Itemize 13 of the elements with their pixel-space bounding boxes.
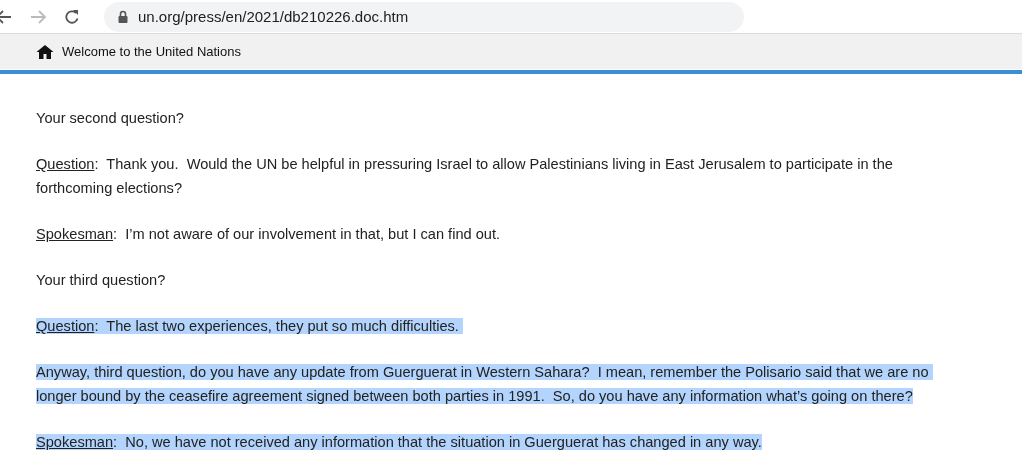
paragraph: Spokesman: No, we have not received any information that the situation in Guerguerat has changed in any way. [36,433,763,452]
lock-icon [118,10,128,23]
paragraph: Your third question? [36,271,167,290]
bookmark-link[interactable]: Welcome to the United Nations [36,44,241,59]
home-icon [36,44,54,59]
paragraph: Your second question? [36,109,185,128]
back-arrow-icon [0,9,12,24]
paragraph: Spokesman: I’m not aware of our involvement in that, but I can find out. [36,225,502,244]
reload-icon [64,8,80,25]
forward-arrow-icon [30,9,46,24]
address-bar[interactable]: un.org/press/en/2021/db210226.doc.htm [104,1,744,32]
paragraph: Question: The last two experiences, they put so much difficulties. [36,314,946,338]
paragraph: Question: Thank you. Would the UN be helpful in pressuring Israel to allow Palestinians living in East Jerusalem to participate in the forthcoming elections? [36,155,894,198]
